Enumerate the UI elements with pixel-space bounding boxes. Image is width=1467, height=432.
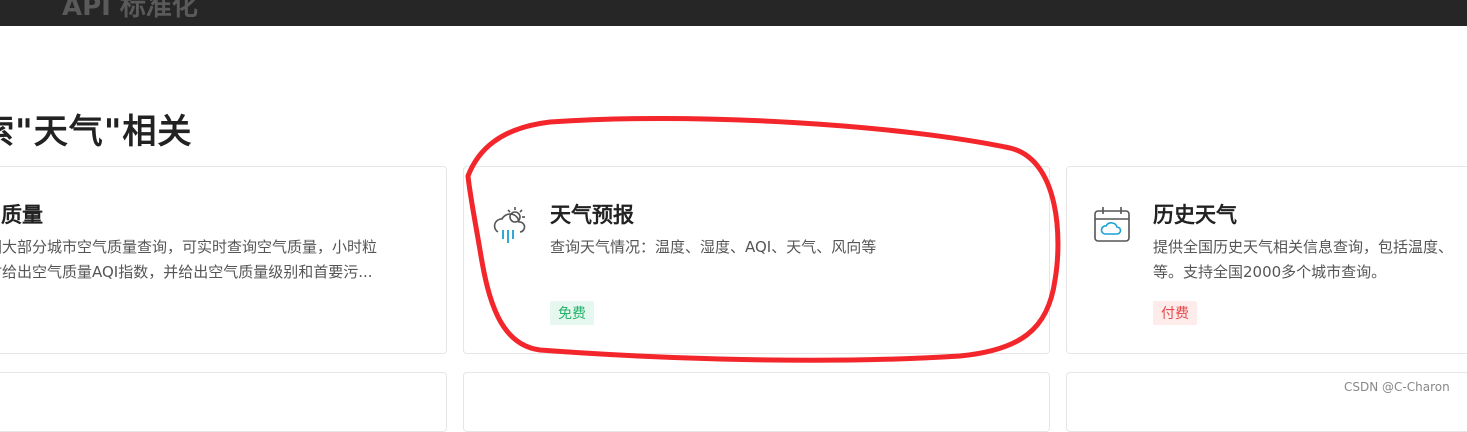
card-title: 历史天气: [1153, 203, 1237, 227]
top-navigation-bar: API 标准化: [0, 0, 1467, 26]
paid-badge: 付费: [1153, 301, 1197, 325]
api-card-weather-forecast[interactable]: 天气预报 查询天气情况：温度、湿度、AQI、天气、风向等 免费: [463, 166, 1050, 354]
watermark: CSDN @C-Charon: [1344, 380, 1450, 394]
cloud-sun-rain-icon: [488, 203, 532, 247]
search-results-heading: 索"天气"相关: [0, 112, 193, 152]
card-description: 提供全国历史天气相关信息查询，包括温度、 等。支持全国2000多个城市查询。: [1153, 235, 1467, 285]
card-description-line: 提供全国历史天气相关信息查询，包括温度、: [1153, 238, 1454, 256]
card-title: 质量: [1, 203, 43, 227]
card-description-line: 等。支持全国2000多个城市查询。: [1153, 263, 1387, 281]
card-description: 国大部分城市空气质量查询，可实时查询空气质量，小时粒 时给出空气质量AQI指数，…: [0, 235, 457, 285]
card-description: 查询天气情况：温度、湿度、AQI、天气、风向等: [550, 238, 877, 256]
card-description-line: 国大部分城市空气质量查询，可实时查询空气质量，小时粒: [0, 238, 378, 256]
api-card-historical-weather[interactable]: 历史天气 提供全国历史天气相关信息查询，包括温度、 等。支持全国2000多个城市…: [1066, 166, 1467, 354]
site-title: API 标准化: [62, 0, 198, 22]
card-description-line: 时给出空气质量AQI指数，并给出空气质量级别和首要污...: [0, 263, 373, 281]
calendar-cloud-icon: [1091, 203, 1135, 247]
api-card-air-quality[interactable]: 质量 国大部分城市空气质量查询，可实时查询空气质量，小时粒 时给出空气质量AQI…: [0, 166, 447, 354]
api-card-next-row-1[interactable]: [0, 372, 447, 432]
card-title: 天气预报: [550, 203, 634, 227]
free-badge: 免费: [550, 301, 594, 325]
api-card-next-row-2[interactable]: [463, 372, 1050, 432]
